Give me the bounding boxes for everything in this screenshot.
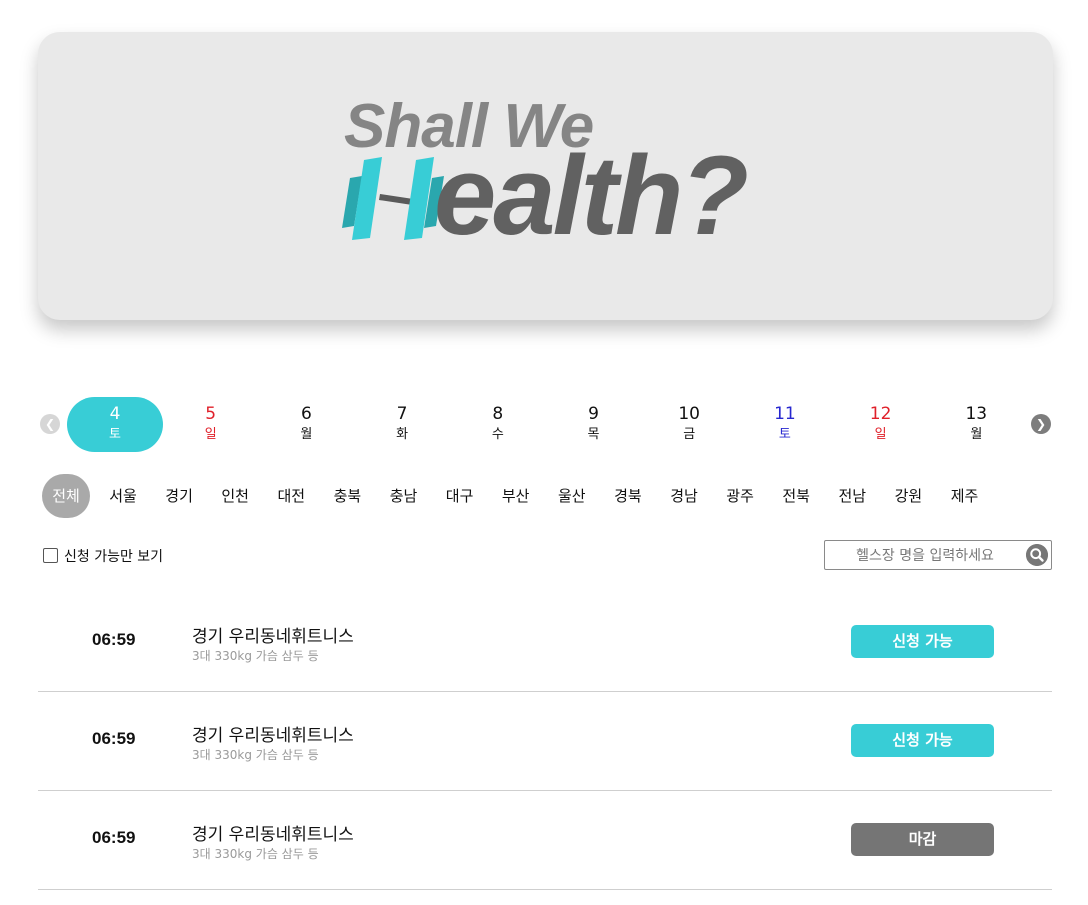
chevron-left-icon[interactable]: ❮ xyxy=(40,414,60,434)
available-only-label: 신청 가능만 보기 xyxy=(64,549,164,565)
session-time: 06:59 xyxy=(92,630,136,649)
date-weekday: 금 xyxy=(683,427,696,442)
date-weekday: 월 xyxy=(300,427,313,442)
region-tab[interactable]: 부산 xyxy=(496,474,536,518)
date-day: 5 xyxy=(205,404,217,424)
region-tab[interactable]: 대구 xyxy=(440,474,480,518)
date-item[interactable]: 4토 xyxy=(67,397,163,452)
date-item[interactable]: 6월 xyxy=(258,397,354,452)
date-weekday: 월 xyxy=(970,427,983,442)
region-tab[interactable]: 전남 xyxy=(832,474,872,518)
region-tab[interactable]: 경기 xyxy=(159,474,199,518)
region-tab[interactable]: 전북 xyxy=(776,474,816,518)
date-item[interactable]: 9목 xyxy=(546,397,642,452)
date-day: 9 xyxy=(588,404,599,424)
session-list: 06:59 경기 우리동네휘트니스 3대 330kg 가슴 삼두 등 신청 가능 06:… xyxy=(38,593,1052,890)
region-tab[interactable]: 충남 xyxy=(384,474,424,518)
region-tab[interactable]: 서울 xyxy=(103,474,143,518)
date-weekday: 일 xyxy=(874,427,887,442)
gym-name: 경기 우리동네휘트니스 xyxy=(192,825,354,845)
gym-name: 경기 우리동네휘트니스 xyxy=(192,726,354,746)
region-tab[interactable]: 울산 xyxy=(552,474,592,518)
region-tab[interactable]: 경북 xyxy=(608,474,648,518)
chevron-right-icon[interactable]: ❯ xyxy=(1031,414,1051,434)
apply-status-button[interactable]: 마감 xyxy=(851,823,994,856)
session-time: 06:59 xyxy=(92,729,136,748)
gym-search xyxy=(824,540,1052,570)
region-tab[interactable]: 경남 xyxy=(664,474,704,518)
date-item[interactable]: 13 월 xyxy=(928,397,1024,452)
session-row: 06:59 경기 우리동네휘트니스 3대 330kg 가슴 삼두 등 신청 가능 xyxy=(38,692,1052,791)
session-row: 06:59 경기 우리동네휘트니스 3대 330kg 가슴 삼두 등 마감 xyxy=(38,791,1052,890)
date-day: 6 xyxy=(300,404,312,424)
date-day: 13 xyxy=(965,404,988,424)
date-day: 4 xyxy=(109,404,121,424)
gym-description: 3대 330kg 가슴 삼두 등 xyxy=(192,847,319,861)
date-day: 7 xyxy=(396,404,408,424)
hero-banner: Shall We ealth? xyxy=(38,32,1053,320)
session-time: 06:59 xyxy=(92,828,136,847)
date-item[interactable]: 8수 xyxy=(450,397,546,452)
date-weekday: 토 xyxy=(778,427,791,442)
gym-search-input[interactable] xyxy=(833,544,1017,568)
region-tab[interactable]: 전체 xyxy=(42,474,90,518)
region-tab[interactable]: 대전 xyxy=(271,474,311,518)
region-tab[interactable]: 충북 xyxy=(327,474,367,518)
date-day: 11 xyxy=(774,404,796,424)
gym-description: 3대 330kg 가슴 삼두 등 xyxy=(192,649,319,663)
date-day: 10 xyxy=(678,404,700,424)
search-icon[interactable] xyxy=(1026,544,1048,566)
apply-status-button[interactable]: 신청 가능 xyxy=(851,625,994,658)
date-weekday: 토 xyxy=(109,427,121,442)
date-item[interactable]: 7화 xyxy=(354,397,450,452)
gym-description: 3대 330kg 가슴 삼두 등 xyxy=(192,748,319,762)
date-item[interactable]: 5일 xyxy=(163,397,259,452)
date-item[interactable]: 11 토 xyxy=(737,397,833,452)
date-day: 8 xyxy=(492,404,504,424)
region-tab[interactable]: 인천 xyxy=(215,474,255,518)
region-tab[interactable]: 제주 xyxy=(945,474,985,518)
logo: Shall We ealth? xyxy=(338,92,758,252)
date-item[interactable]: 12 일 xyxy=(833,397,929,452)
region-tab[interactable]: 강원 xyxy=(888,474,928,518)
region-tab[interactable]: 광주 xyxy=(720,474,760,518)
session-row: 06:59 경기 우리동네휘트니스 3대 330kg 가슴 삼두 등 신청 가능 xyxy=(38,593,1052,692)
date-weekday: 화 xyxy=(396,427,409,442)
available-only-checkbox[interactable] xyxy=(43,548,58,563)
gym-name: 경기 우리동네휘트니스 xyxy=(192,627,354,647)
date-weekday: 목 xyxy=(587,427,600,442)
date-weekday: 수 xyxy=(491,427,504,442)
date-navigator: ❮ 4 토 5 일 6 월 7 화 8 수 9 목 10 금 11 토 12 일 13 월 ❯ xyxy=(38,396,1053,454)
date-list: 4 토 5 일 6 월 7 화 8 수 9 목 10 금 11 토 12 일 13 월 xyxy=(67,396,1027,454)
available-only-filter[interactable]: 신청 가능만 보기 xyxy=(43,546,163,566)
logo-line2: ealth? xyxy=(434,133,749,258)
date-item[interactable]: 10 금 xyxy=(641,397,737,452)
date-weekday: 일 xyxy=(204,427,217,442)
date-day: 12 xyxy=(869,404,892,424)
apply-status-button[interactable]: 신청 가능 xyxy=(851,724,994,757)
